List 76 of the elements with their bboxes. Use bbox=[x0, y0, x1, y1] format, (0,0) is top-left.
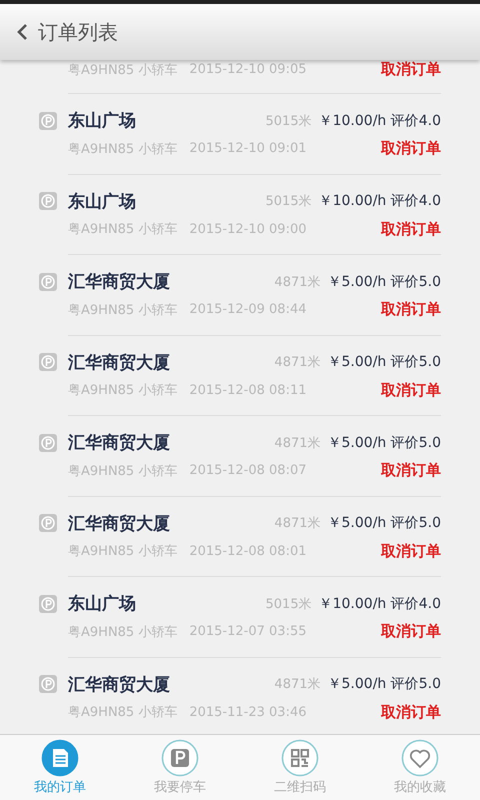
document-icon bbox=[41, 739, 79, 777]
price-rating-text: ￥5.00/h 评价5.0 bbox=[328, 514, 441, 532]
parking-lot-name: 汇华商贸大厦 bbox=[68, 512, 171, 535]
order-row[interactable]: 东山广场 5015米 ￥10.00/h 评价4.0 粤A9HN85 小轿车 2015-12-10 09:00 取消订单 bbox=[68, 174, 441, 255]
cancel-order-button[interactable]: 取消订单 bbox=[381, 380, 441, 400]
cancel-order-button[interactable]: 取消订单 bbox=[381, 300, 441, 320]
distance-text: 5015米 bbox=[266, 193, 312, 210]
vehicle-text: 粤A9HN85 小轿车 bbox=[68, 221, 178, 238]
cancel-order-button[interactable]: 取消订单 bbox=[381, 461, 441, 480]
cancel-order-button[interactable]: 取消订单 bbox=[381, 220, 441, 239]
order-row[interactable]: 汇华商贸大厦 4871米 ￥5.00/h 评价5.0 粤A9HN85 小轿车 2015-12-08 08:07 取消订单 bbox=[68, 416, 441, 496]
parking-icon bbox=[39, 192, 57, 210]
order-row[interactable]: 汇华商贸大厦 4871米 ￥5.00/h 评价5.0 粤A9HN85 小轿车 2015-12-08 08:11 取消订单 bbox=[68, 336, 441, 416]
cancel-order-button[interactable]: 取消订单 bbox=[381, 60, 441, 79]
back-icon bbox=[16, 23, 28, 41]
parking-lot-name: 汇华商贸大厦 bbox=[68, 352, 171, 374]
vehicle-text: 粤A9HN85 小轿车 bbox=[68, 62, 178, 78]
order-time: 2015-12-10 09:00 bbox=[189, 222, 308, 237]
price-rating-text: ￥5.00/h 评价5.0 bbox=[328, 353, 441, 372]
distance-text: 5015米 bbox=[266, 596, 312, 613]
distance-text: 4871米 bbox=[274, 354, 321, 372]
order-time: 2015-12-07 03:55 bbox=[189, 624, 308, 640]
order-time: 2015-12-08 08:07 bbox=[189, 463, 308, 478]
distance-text: 5015米 bbox=[266, 112, 312, 130]
distance-text: 4871米 bbox=[274, 274, 321, 291]
vehicle-text: 粤A9HN85 小轿车 bbox=[68, 302, 178, 319]
order-time: 2015-12-09 08:44 bbox=[189, 302, 308, 318]
order-time: 2015-12-08 08:11 bbox=[189, 382, 308, 398]
page-title: 订单列表 bbox=[38, 18, 118, 46]
parking-lot-name: 东山广场 bbox=[68, 110, 137, 132]
vehicle-text: 粤A9HN85 小轿车 bbox=[68, 543, 178, 560]
order-time: 2015-12-08 08:01 bbox=[189, 544, 308, 559]
parking-icon bbox=[39, 434, 57, 452]
vehicle-text: 粤A9HN85 小轿车 bbox=[68, 704, 178, 722]
price-rating-text: ￥10.00/h 评价4.0 bbox=[318, 594, 441, 613]
parking-icon bbox=[39, 353, 57, 372]
order-row[interactable]: 粤A9HN85 小轿车 2015-12-10 09:05 取消订单 bbox=[68, 60, 441, 94]
parking-lot-name: 东山广场 bbox=[68, 190, 137, 213]
order-row[interactable]: 东山广场 5015米 ￥10.00/h 评价4.0 粤A9HN85 小轿车 2015-12-10 09:01 取消订单 bbox=[68, 94, 441, 174]
vehicle-text: 粤A9HN85 小轿车 bbox=[68, 462, 178, 480]
parking-lot-name: 东山广场 bbox=[68, 593, 137, 616]
vehicle-text: 粤A9HN85 小轿车 bbox=[68, 624, 178, 641]
price-rating-text: ￥5.00/h 评价5.0 bbox=[328, 272, 441, 291]
nav-tab[interactable]: 我要停车 bbox=[120, 735, 240, 800]
order-time: 2015-11-23 03:46 bbox=[189, 704, 308, 720]
parking-icon bbox=[39, 112, 57, 130]
nav-tab[interactable]: 二维扫码 bbox=[240, 735, 360, 800]
distance-text: 4871米 bbox=[274, 515, 321, 532]
distance-text: 4871米 bbox=[274, 676, 321, 694]
parking-icon bbox=[161, 739, 199, 777]
cancel-order-button[interactable]: 取消订单 bbox=[381, 622, 441, 642]
cancel-order-button[interactable]: 取消订单 bbox=[381, 139, 441, 158]
parking-lot-name: 汇华商贸大厦 bbox=[68, 271, 171, 294]
parking-lot-name: 汇华商贸大厦 bbox=[68, 432, 171, 454]
parking-icon bbox=[39, 594, 57, 613]
parking-icon bbox=[39, 272, 57, 291]
order-time: 2015-12-10 09:05 bbox=[189, 62, 308, 77]
distance-text: 4871米 bbox=[274, 434, 321, 452]
parking-lot-name: 汇华商贸大厦 bbox=[68, 674, 171, 696]
price-rating-text: ￥10.00/h 评价4.0 bbox=[318, 112, 441, 130]
cancel-order-button[interactable]: 取消订单 bbox=[381, 542, 441, 561]
nav-tab[interactable]: 我的订单 bbox=[0, 735, 120, 800]
price-rating-text: ￥10.00/h 评价4.0 bbox=[318, 192, 441, 210]
parking-icon bbox=[39, 675, 57, 694]
price-rating-text: ￥5.00/h 评价5.0 bbox=[328, 434, 441, 452]
cancel-order-button[interactable]: 取消订单 bbox=[381, 702, 441, 722]
vehicle-text: 粤A9HN85 小轿车 bbox=[68, 140, 178, 158]
order-row[interactable]: 东山广场 5015米 ￥10.00/h 评价4.0 粤A9HN85 小轿车 2015-12-07 03:55 取消订单 bbox=[68, 577, 441, 658]
nav-tab[interactable]: 我的收藏 bbox=[360, 735, 480, 800]
vehicle-text: 粤A9HN85 小轿车 bbox=[68, 382, 178, 400]
order-row[interactable]: 汇华商贸大厦 4871米 ￥5.00/h 评价5.0 粤A9HN85 小轿车 2015-12-08 08:01 取消订单 bbox=[68, 496, 441, 577]
order-time: 2015-12-10 09:01 bbox=[189, 141, 308, 156]
price-rating-text: ￥5.00/h 评价5.0 bbox=[328, 675, 441, 694]
parking-icon bbox=[39, 514, 57, 532]
qr-code-icon bbox=[281, 739, 319, 777]
order-row[interactable]: 汇华商贸大厦 4871米 ￥5.00/h 评价5.0 粤A9HN85 小轿车 2015-12-09 08:44 取消订单 bbox=[68, 255, 441, 336]
